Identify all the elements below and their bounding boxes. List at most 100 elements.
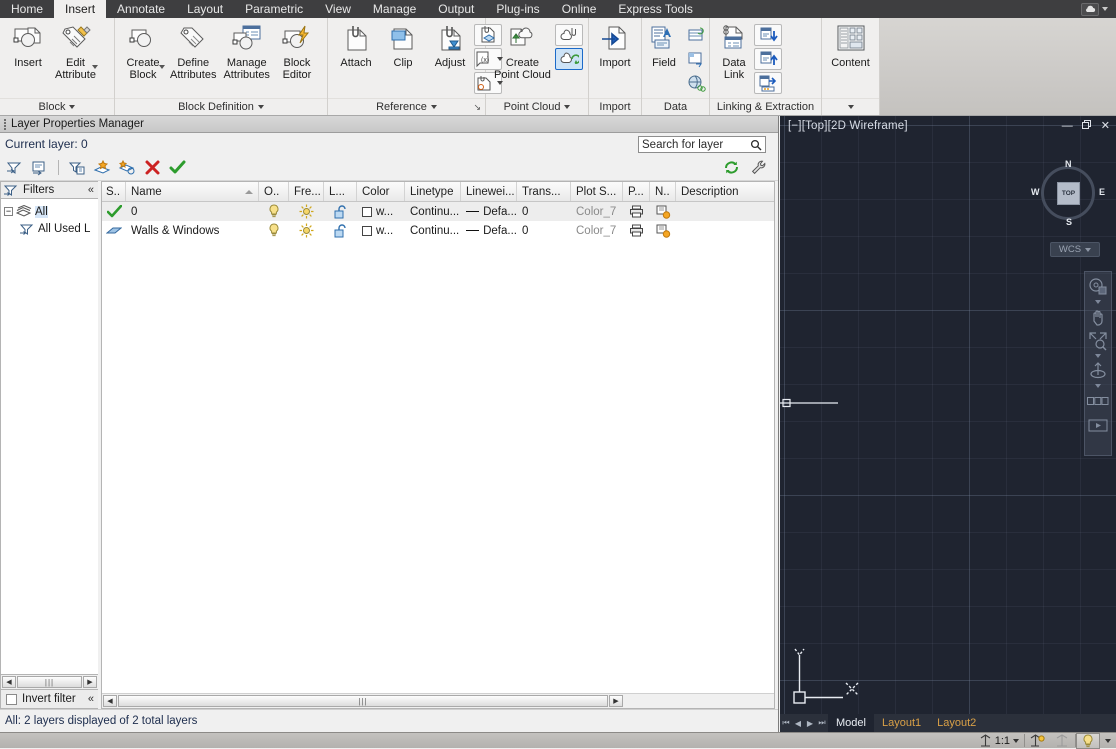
new-layer-button[interactable] [92,158,112,178]
layout-tab-layout1[interactable]: Layout1 [874,714,929,732]
minimize-icon[interactable]: — [1062,121,1073,132]
prev-layout-button[interactable]: ◀ [792,714,804,732]
scroll-right-arrow-icon[interactable]: ▶ [83,676,97,688]
cell-status[interactable] [102,202,126,221]
scrollbar-thumb[interactable]: ||| [118,695,608,707]
cell-new-vp-freeze[interactable] [650,221,676,240]
cell-lock[interactable] [324,202,357,221]
invert-filter-checkbox[interactable] [6,693,17,705]
filter-node-all-used-layers[interactable]: All Used L [4,220,96,237]
cell-color[interactable]: w... [357,202,405,221]
cell-linetype[interactable]: Continu... [405,221,461,240]
ribbon-tab-express-tools[interactable]: Express Tools [607,0,703,18]
refresh-button[interactable] [721,158,741,178]
cell-name[interactable]: Walls & Windows [126,221,259,240]
restore-icon[interactable] [1081,120,1092,133]
viewcube[interactable]: TOP N S W E [1031,159,1105,227]
import-button[interactable]: Import [592,21,638,69]
panel-title-reference[interactable]: Reference ↘ [328,98,485,115]
block-editor-button[interactable]: Block Editor [274,21,320,81]
chevron-down-icon[interactable] [1095,300,1101,304]
chevron-down-icon[interactable] [1095,354,1101,358]
filters-tree[interactable]: − All All Used L [0,199,98,675]
zoom-button[interactable] [1087,330,1109,352]
lpm-title-bar[interactable]: Layer Properties Manager [0,116,778,133]
status-overflow-button[interactable] [1100,733,1116,749]
orbit-button[interactable] [1087,360,1109,382]
manage-attributes-button[interactable]: Manage Attributes [220,21,272,81]
search-input[interactable]: Search for layer [638,136,766,153]
cell-color[interactable]: w... [357,221,405,240]
panel-title-block[interactable]: Block [0,98,114,115]
first-layout-button[interactable]: ⏮ [780,714,792,732]
column-header-plot-style[interactable]: Plot S... [571,182,623,201]
cell-name[interactable]: 0 [126,202,259,221]
scrollbar-thumb[interactable]: ||| [17,676,82,688]
chevron-down-icon[interactable] [159,65,165,69]
layout-tab-model[interactable]: Model [828,714,874,732]
next-layout-button[interactable]: ▶ [804,714,816,732]
annotation-scale-control[interactable]: 1:1 [974,733,1024,749]
cell-lock[interactable] [324,221,357,240]
panel-dialog-launcher-icon[interactable]: ↘ [473,102,481,113]
compass-east-label[interactable]: E [1099,187,1105,197]
new-group-filter-button[interactable] [30,158,50,178]
column-header-transparency[interactable]: Trans... [517,182,571,201]
extract-data-button[interactable] [682,48,710,70]
table-row[interactable]: 0 w... Continu... Defa... 0 Color_7 [102,202,774,221]
layout-tab-layout2[interactable]: Layout2 [929,714,984,732]
attach-button[interactable]: Attach [333,21,379,69]
data-link-button[interactable]: Data Link [715,21,753,81]
ribbon-tab-layout[interactable]: Layout [176,0,234,18]
pan-button[interactable] [1087,306,1109,328]
drawing-canvas[interactable]: [−][Top][2D Wireframe] — ✕ TOP N S W E W… [780,116,1116,732]
create-point-cloud-button[interactable]: Create Point Cloud [491,21,554,81]
cell-plot[interactable] [623,221,650,240]
scroll-left-arrow-icon[interactable]: ◀ [2,676,16,688]
chevron-down-icon[interactable] [91,65,98,69]
invert-filter-row[interactable]: Invert filter « [0,690,98,709]
panel-title-linking-extraction[interactable]: Linking & Extraction [710,98,821,115]
showmotion-thumbnails[interactable] [1087,390,1109,412]
cell-plot-style[interactable]: Color_7 [571,202,623,221]
compass-north-label[interactable]: N [1065,159,1072,169]
cell-plot[interactable] [623,202,650,221]
clip-button[interactable]: Clip [380,21,426,69]
cell-description[interactable] [676,202,774,221]
scroll-right-arrow-icon[interactable]: ▶ [609,695,623,707]
compass-west-label[interactable]: W [1031,187,1040,197]
panel-title-block-definition[interactable]: Block Definition [115,98,327,115]
layer-grid-body[interactable]: 0 w... Continu... Defa... 0 Color_7 Wall… [102,202,774,693]
ribbon-tab-output[interactable]: Output [427,0,485,18]
cell-linetype[interactable]: Continu... [405,202,461,221]
chevron-down-icon[interactable] [1095,384,1101,388]
content-button[interactable]: Content [828,21,874,69]
ribbon-tab-home[interactable]: Home [0,0,54,18]
download-from-source-button[interactable] [754,24,782,46]
close-icon[interactable]: ✕ [1101,121,1110,132]
ribbon-tab-manage[interactable]: Manage [362,0,427,18]
column-header-description[interactable]: Description [676,182,774,201]
cell-plot-style[interactable]: Color_7 [571,221,623,240]
collapse-filters-icon[interactable]: « [88,184,98,196]
cell-transparency[interactable]: 0 [517,221,571,240]
cell-transparency[interactable]: 0 [517,202,571,221]
point-cloud-manager-button[interactable] [554,48,583,70]
steering-wheel-button[interactable] [1087,276,1109,298]
ole-object-button[interactable] [682,24,710,46]
cell-lineweight[interactable]: Defa... [461,221,517,240]
panel-title-content[interactable] [822,98,879,115]
create-block-button[interactable]: Create Block [120,21,166,81]
cell-new-vp-freeze[interactable] [650,202,676,221]
cell-freeze[interactable] [289,221,324,240]
cell-freeze[interactable] [289,202,324,221]
cell-on[interactable] [259,221,289,240]
panel-title-data[interactable]: Data [642,98,709,115]
collapse-panel-icon[interactable]: « [88,693,98,705]
scroll-left-arrow-icon[interactable]: ◀ [103,695,117,707]
panel-title-point-cloud[interactable]: Point Cloud [486,98,588,115]
column-header-linetype[interactable]: Linetype [405,182,461,201]
panel-title-import[interactable]: Import [589,98,641,115]
ribbon-tab-parametric[interactable]: Parametric [234,0,314,18]
filter-node-all[interactable]: − All [4,203,96,220]
